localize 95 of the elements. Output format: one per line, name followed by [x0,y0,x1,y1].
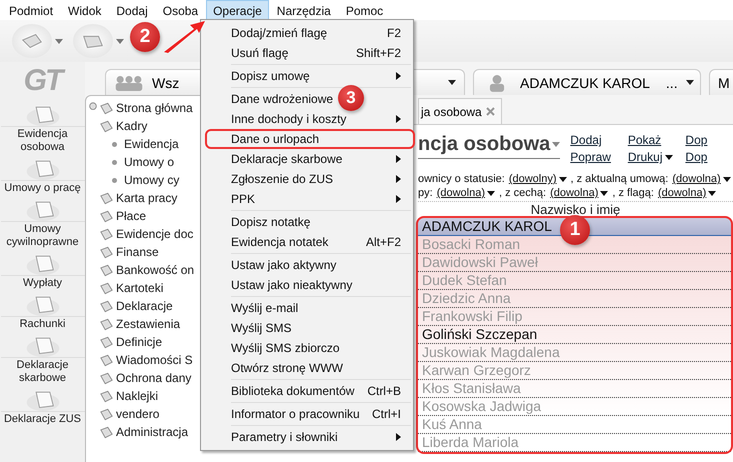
tree-item[interactable]: Strona główna [100,99,193,117]
shortcut-label: Shift+F2 [356,46,401,60]
menu-item[interactable]: Osoba [156,0,206,20]
shortcut-label: Ctrl+B [367,384,401,398]
link[interactable]: Dodaj [570,133,618,147]
link[interactable]: Drukuj [628,150,676,164]
filter-label: , z cechą: [499,187,546,199]
filter-dropdown[interactable]: (dowolna) [658,187,716,199]
tree-item[interactable]: Definicje [100,333,162,351]
filter-label: ownicy o statusie: [418,173,505,185]
menu-item[interactable]: Biblioteka dokumentów [231,384,354,398]
menu-item[interactable]: Dopisz umowę [231,69,310,83]
menu-item[interactable]: Wyślij SMS zbiorczo [231,341,340,355]
tree-item[interactable]: Naklejki [100,387,158,405]
caret-icon [552,142,560,147]
nav-item[interactable]: Deklaracje skarbowe [0,333,84,385]
tree-item[interactable]: Karta pracy [100,189,178,207]
caret-icon [600,190,608,196]
pointer-arrow [162,20,206,54]
nav-item[interactable]: Wypłaty [0,251,84,290]
menu-item[interactable]: Parametry i słowniki [231,430,338,444]
tab[interactable]: M [709,69,733,95]
tree-item[interactable]: Umowy cy [100,171,180,189]
menu-item[interactable]: Narzędzia [270,0,338,20]
menu-item[interactable]: Wyślij e-mail [231,301,298,315]
menu-item[interactable]: Dane wdrożeniowe [231,92,334,106]
filter-dropdown[interactable]: (dowolna) [672,173,731,185]
tree-item[interactable]: Deklaracje [100,297,173,315]
more-label: ... [666,74,678,90]
tree-item[interactable]: Wiadomości S [100,351,193,369]
link[interactable]: Dop [685,150,733,164]
link[interactable]: Dop [685,133,733,147]
caret-icon [664,154,673,160]
tree-item[interactable]: Zestawienia [100,315,180,333]
caret-icon [116,38,124,44]
menu-item[interactable]: Ustaw jako aktywny [231,258,336,272]
link[interactable]: Popraw [570,150,618,164]
menu-item[interactable]: Ustaw jako nieaktywny [231,278,352,292]
menu-item[interactable]: Dodaj [109,0,155,20]
nav-item[interactable]: Rachunki [0,292,84,331]
menu-item[interactable]: Dopisz notatkę [231,215,310,229]
nav-item[interactable]: Umowy cywilnoprawne [0,197,84,249]
menu-item[interactable]: Otwórz stronę WWW [231,361,344,375]
filter-label: , z flagą: [612,187,654,199]
link[interactable]: Pokaż [628,133,676,147]
tree-item[interactable]: Ochrona dany [100,369,192,387]
tree-item[interactable]: Bankowość on [100,261,194,279]
close-icon [486,107,495,116]
menu-item[interactable]: Widok [61,0,108,20]
menu-item[interactable]: Wyślij SMS [231,321,292,335]
caret-icon [558,176,567,182]
shortcut-label: F2 [386,26,401,40]
tab[interactable]: ADAMCZUK KAROL ... [473,69,701,95]
nav-item[interactable]: Umowy o pracę [0,156,84,195]
menu-item[interactable]: Inne dochody i koszty [231,112,346,126]
tab[interactable]: ja osobowa [418,98,502,124]
menu-item[interactable]: Informator o pracowniku [231,407,360,421]
filter-label: , z aktualną umową: [570,173,668,185]
menu-item[interactable]: Ewidencja notatek [231,235,328,249]
page-title[interactable]: ncja osobowa [418,131,560,159]
tree-item[interactable]: Umowy o [100,153,174,171]
caret-icon [686,80,694,85]
nav-item[interactable]: Ewidencja osobowa [0,102,84,154]
tree-item[interactable]: Kadry [100,117,148,135]
caret-icon [708,190,716,196]
filter-dropdown[interactable]: (dowolna) [550,187,608,199]
caret-icon [55,38,63,44]
tree-item[interactable]: Ewidencja [100,135,179,153]
menu-item[interactable]: Operacje [206,0,269,20]
caret-icon [487,190,495,196]
menu-item[interactable]: Usuń flagę [231,46,288,60]
tree-item[interactable]: Płace [100,207,146,225]
nav-item[interactable]: Deklaracje ZUS [0,387,84,426]
filter-label: py: [418,187,433,199]
shortcut-label: Ctrl+I [372,407,401,421]
filter-dropdown[interactable]: (dowolny) [508,173,567,185]
menu-item[interactable]: Pomoc [338,0,390,20]
toolbar-button[interactable] [73,24,124,58]
menu-item[interactable]: Zgłoszenie do ZUS [231,172,334,186]
filter-dropdown[interactable]: (dowolna) [436,187,495,199]
tree-item[interactable]: Finanse [100,243,159,261]
toolbar-button[interactable] [12,24,63,58]
menu-item[interactable]: Podmiot [2,0,60,20]
caret-icon [722,176,731,182]
menu-item[interactable]: Deklaracje skarbowe [231,152,342,166]
list-row[interactable]: Goliński Szczepan [418,326,731,344]
tree-item[interactable]: Administracja [100,423,188,441]
caret-icon [448,80,456,85]
menu-item[interactable]: Dane o urlopach [231,132,320,146]
shortcut-label: Alt+F2 [366,235,401,249]
tree-item[interactable]: vendero [100,405,160,423]
tree-item[interactable]: Ewidencje doc [100,225,194,243]
menu-item[interactable]: Dodaj/zmień flagę [231,26,328,40]
tree-item[interactable]: Kartoteki [100,279,164,297]
menu-item[interactable]: PPK [231,192,256,206]
